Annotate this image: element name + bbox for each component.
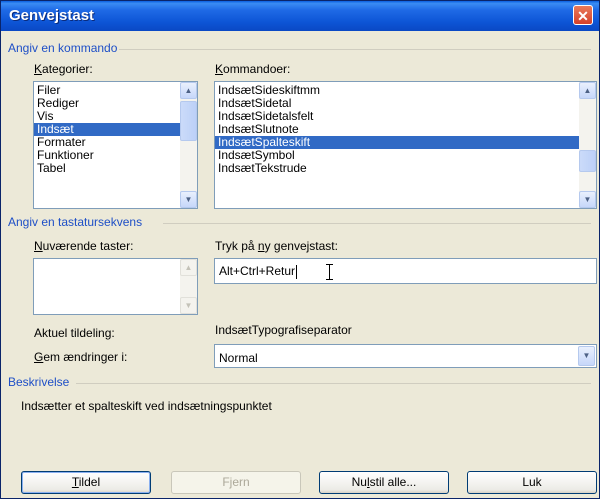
scroll-down-icon[interactable]: ▼	[180, 191, 197, 208]
scroll-down-icon: ▼	[180, 297, 197, 314]
command-list-item[interactable]: IndsætTekstrude	[215, 162, 579, 175]
chevron-down-icon[interactable]: ▼	[578, 346, 595, 366]
section-command-label: Angiv en kommando	[8, 41, 118, 55]
current-keys-list[interactable]: ▲ ▼	[33, 258, 198, 315]
scroll-down-icon[interactable]: ▼	[579, 191, 596, 208]
assign-button[interactable]: Tildel	[21, 471, 151, 494]
current-keys-scrollbar[interactable]: ▲ ▼	[180, 259, 197, 314]
window-title: Genvejstast	[9, 7, 95, 24]
scroll-up-icon[interactable]: ▲	[180, 82, 197, 99]
commands-label: Kommandoer:	[215, 62, 291, 76]
description-text: Indsætter et spalteskift ved indsætnings…	[21, 399, 272, 413]
section-keys-divider	[163, 223, 591, 224]
categories-scrollbar[interactable]: ▲ ▼	[180, 82, 197, 208]
new-shortcut-input[interactable]: Alt+Ctrl+Retur	[214, 258, 597, 284]
categories-list[interactable]: Filer Rediger Vis Indsæt Formater Funktioner T…	[33, 81, 198, 209]
new-shortcut-value: Alt+Ctrl+Retur	[219, 264, 296, 278]
close-icon[interactable]: ✕	[573, 5, 593, 25]
section-keys-label: Angiv en tastatursekvens	[8, 215, 143, 229]
category-list-item[interactable]: Rediger	[34, 97, 180, 110]
section-description-divider	[76, 383, 591, 384]
section-command-divider	[119, 49, 591, 50]
shortcut-dialog: Genvejstast ✕ Angiv en kommando Kategori…	[0, 0, 600, 499]
commands-list[interactable]: IndsætSideskiftmm IndsætSidetal IndsætSide…	[214, 81, 597, 209]
scroll-up-icon[interactable]: ▲	[579, 82, 596, 99]
current-keys-label: Nuværende taster:	[34, 239, 134, 253]
reset-all-button[interactable]: Nulstil alle...	[319, 471, 449, 494]
scroll-thumb[interactable]	[180, 101, 197, 141]
category-list-item[interactable]: Tabel	[34, 162, 180, 175]
save-in-value: Normal	[219, 351, 258, 365]
remove-button: Fjern	[171, 471, 301, 494]
save-in-label: Gem ændringer i:	[34, 350, 128, 364]
assignment-value: IndsætTypografiseparator	[215, 323, 352, 337]
assignment-label: Aktuel tildeling:	[34, 326, 115, 340]
title-bar[interactable]: Genvejstast ✕	[1, 1, 599, 31]
section-description-label: Beskrivelse	[8, 375, 70, 389]
ibeam-cursor-icon	[326, 264, 333, 280]
categories-label: Kategorier:	[34, 62, 93, 76]
commands-scrollbar[interactable]: ▲ ▼	[579, 82, 596, 208]
scroll-up-icon: ▲	[180, 259, 197, 276]
save-in-select[interactable]: Normal ▼	[214, 344, 597, 368]
close-button[interactable]: Luk	[467, 471, 597, 494]
text-caret	[296, 264, 298, 279]
new-key-label: Tryk på ny genvejstast:	[215, 239, 338, 253]
scroll-thumb[interactable]	[579, 150, 596, 172]
